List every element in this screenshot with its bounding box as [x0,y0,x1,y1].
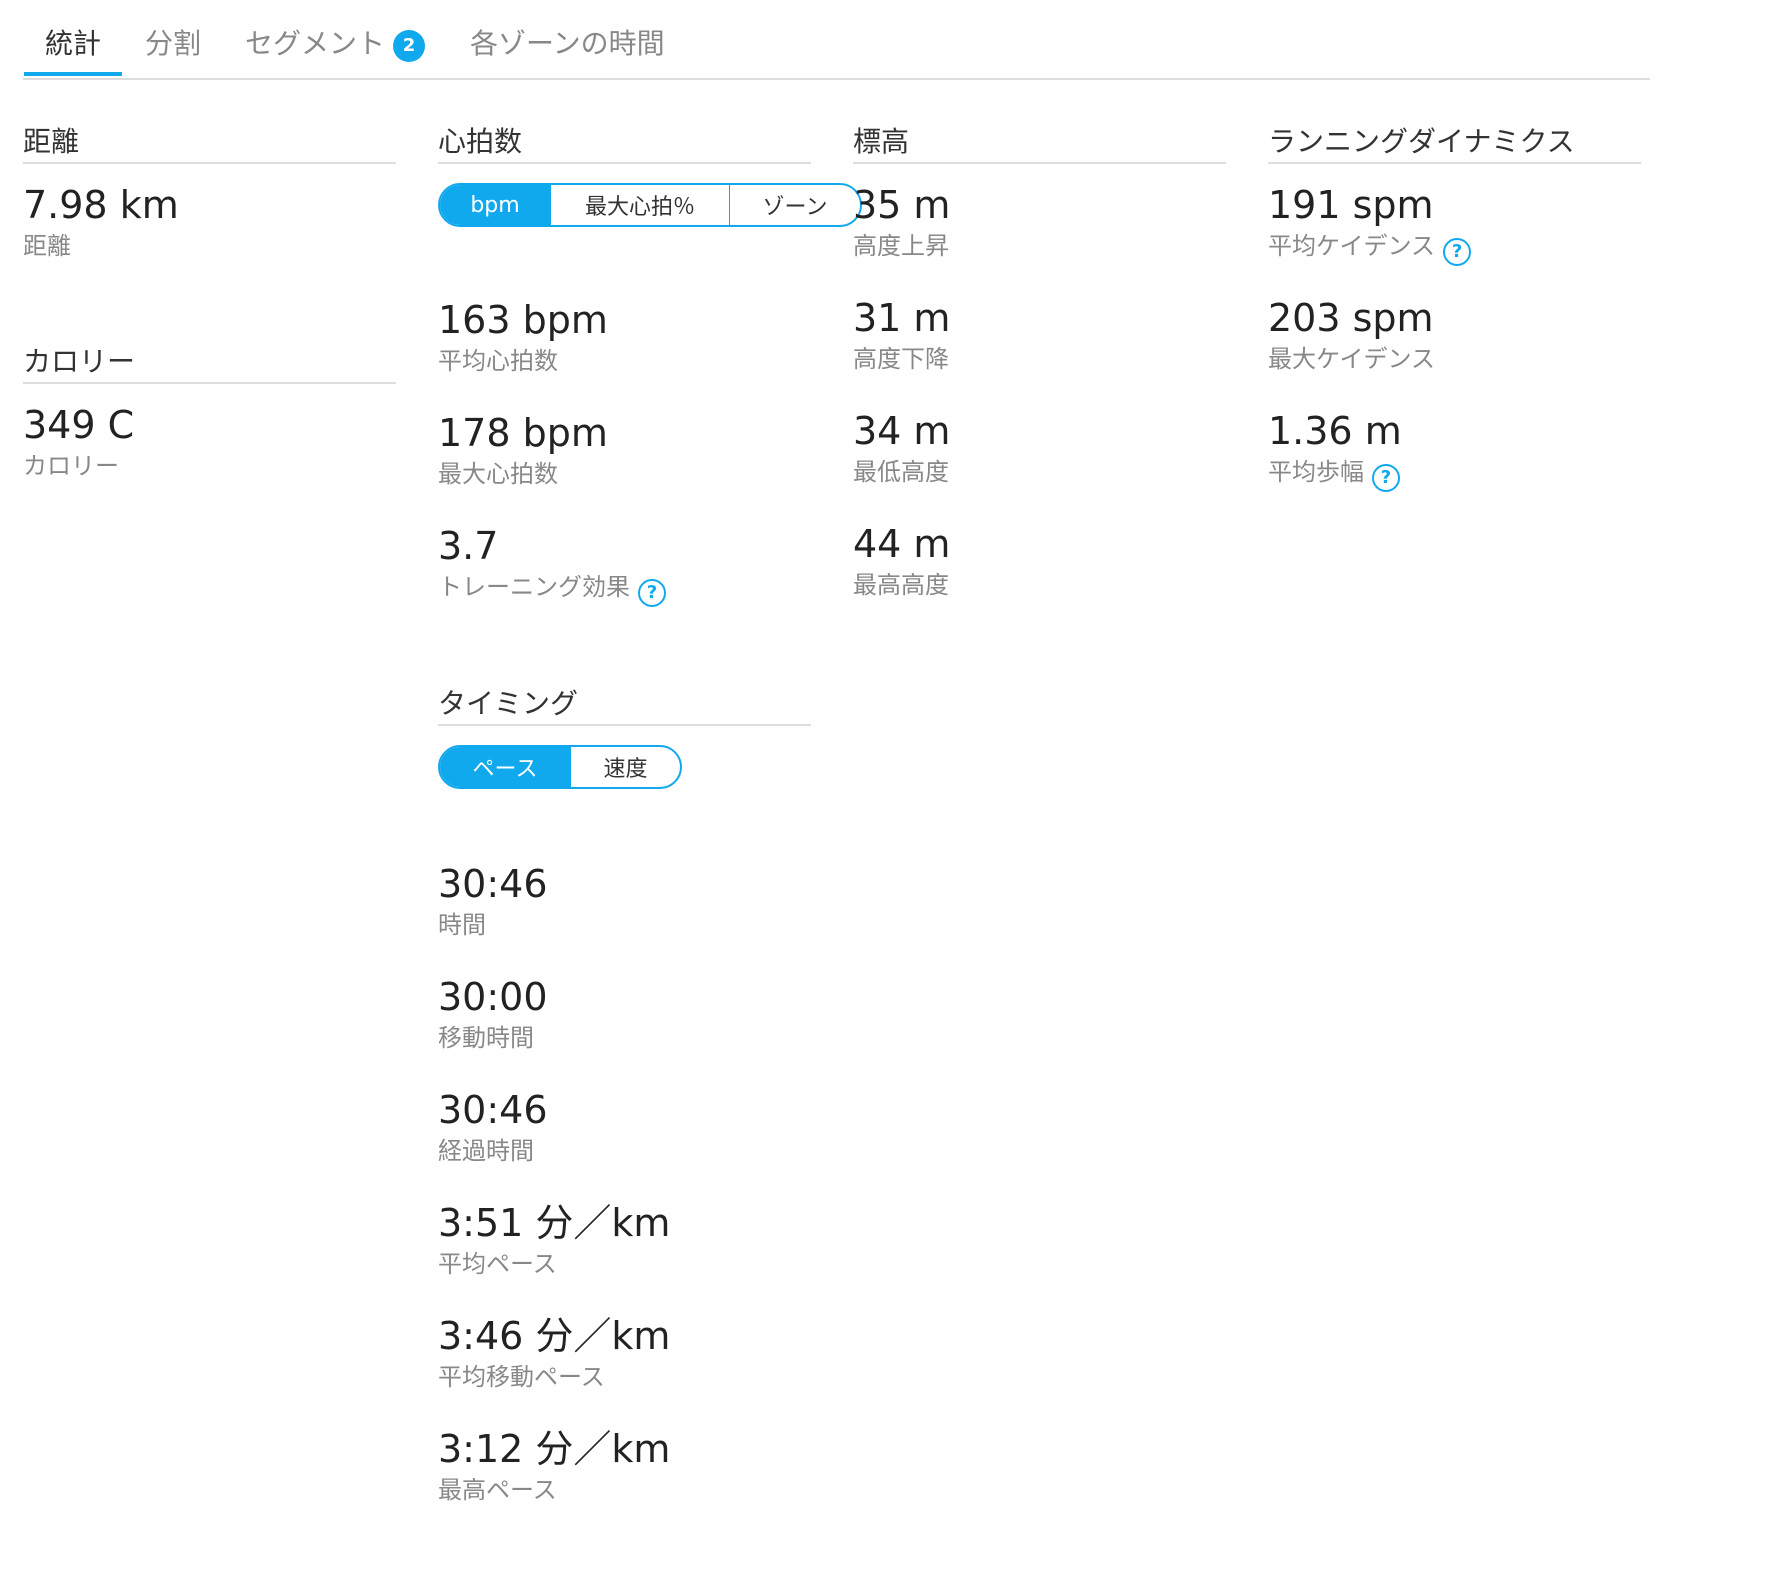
avg-moving-pace-stat: 3:46 分／km 平均移動ペース [438,1314,670,1392]
elevation-loss-label: 高度下降 [853,345,949,373]
training-effect-value: 3.7 [438,524,499,568]
help-icon[interactable]: ? [1443,238,1472,266]
tab-splits-label: 分割 [145,27,202,60]
timing-unit-toggle: ペース 速度 [438,745,682,789]
elevation-loss-stat: 31 m 高度下降 [853,296,950,374]
avg-cadence-label: 平均ケイデンス [1268,232,1436,260]
avg-moving-pace-value: 3:46 分／km [438,1314,671,1358]
time-value: 30:46 [438,862,548,906]
time-label: 時間 [438,911,486,939]
heart-rate-unit-toggle: bpm 最大心拍％ ゾーン [438,183,862,227]
training-effect-stat: 3.7 トレーニング効果? [438,524,666,607]
avg-heart-rate-value: 163 bpm [438,298,608,342]
distance-stat: 7.98 km 距離 [23,183,179,261]
calories-value: 349 C [23,403,135,447]
max-heart-rate-label: 最大心拍数 [438,460,558,488]
tab-zones[interactable]: 各ゾーンの時間 [470,22,665,74]
moving-time-value: 30:00 [438,975,548,1019]
heart-rate-header: 心拍数 [438,120,811,164]
elapsed-time-label: 経過時間 [438,1137,534,1165]
tab-stats[interactable]: 統計 [23,22,123,76]
elevation-gain-label: 高度上昇 [853,232,949,260]
distance-value: 7.98 km [23,183,179,227]
help-icon[interactable]: ? [1372,464,1400,492]
hr-zones-option[interactable]: ゾーン [729,185,860,225]
avg-pace-label: 平均ペース [438,1250,557,1278]
help-icon[interactable]: ? [638,579,666,607]
avg-heart-rate-stat: 163 bpm 平均心拍数 [438,298,608,376]
min-elevation-value: 34 m [853,409,951,453]
timing-pace-option[interactable]: ペース [440,747,570,787]
max-cadence-value: 203 spm [1268,296,1434,340]
timing-speed-option[interactable]: 速度 [570,747,680,787]
tab-bar: 統計 分割 セグメント 2 各ゾーンの時間 [23,0,1650,80]
avg-stride-value: 1.36 m [1268,409,1402,453]
max-elevation-value: 44 m [853,522,951,566]
best-pace-label: 最高ペース [438,1476,557,1504]
best-pace-stat: 3:12 分／km 最高ペース [438,1427,670,1505]
timing-header: タイミング [438,682,811,726]
hr-bpm-option[interactable]: bpm [440,185,550,225]
max-cadence-label: 最大ケイデンス [1268,345,1436,373]
avg-pace-stat: 3:51 分／km 平均ペース [438,1201,670,1279]
moving-time-label: 移動時間 [438,1024,534,1052]
elevation-gain-stat: 35 m 高度上昇 [853,183,950,261]
time-stat: 30:46 時間 [438,862,548,940]
segments-count-badge: 2 [393,30,426,62]
min-elevation-stat: 34 m 最低高度 [853,409,950,487]
tab-zones-label: 各ゾーンの時間 [470,27,665,60]
best-pace-value: 3:12 分／km [438,1427,671,1471]
avg-heart-rate-label: 平均心拍数 [438,347,558,375]
elapsed-time-value: 30:46 [438,1088,548,1132]
avg-stride-label: 平均歩幅 [1268,458,1364,486]
tab-segments-label: セグメント [245,27,386,60]
tab-segments[interactable]: セグメント 2 [245,22,426,74]
distance-label: 距離 [23,232,71,260]
avg-stride-stat: 1.36 m 平均歩幅? [1268,409,1402,492]
avg-pace-value: 3:51 分／km [438,1201,671,1245]
calories-label: カロリー [23,452,119,480]
tab-stats-label: 統計 [45,27,102,60]
max-elevation-label: 最高高度 [853,571,949,599]
calories-header: カロリー [23,340,396,384]
elapsed-time-stat: 30:46 経過時間 [438,1088,548,1166]
tab-splits[interactable]: 分割 [145,22,201,74]
calories-stat: 349 C カロリー [23,403,134,481]
distance-header: 距離 [23,120,396,164]
max-elevation-stat: 44 m 最高高度 [853,522,950,600]
hr-max-percent-option[interactable]: 最大心拍％ [550,185,729,225]
max-cadence-stat: 203 spm 最大ケイデンス [1268,296,1435,374]
min-elevation-label: 最低高度 [853,458,949,486]
elevation-loss-value: 31 m [853,296,951,340]
elevation-header: 標高 [853,120,1226,164]
training-effect-label: トレーニング効果 [438,573,630,601]
max-heart-rate-stat: 178 bpm 最大心拍数 [438,411,608,489]
moving-time-stat: 30:00 移動時間 [438,975,548,1053]
running-dynamics-header: ランニングダイナミクス [1268,120,1641,164]
max-heart-rate-value: 178 bpm [438,411,608,455]
elevation-gain-value: 35 m [853,183,951,227]
avg-moving-pace-label: 平均移動ペース [438,1363,605,1391]
avg-cadence-stat: 191 spm 平均ケイデンス? [1268,183,1472,266]
avg-cadence-value: 191 spm [1268,183,1434,227]
